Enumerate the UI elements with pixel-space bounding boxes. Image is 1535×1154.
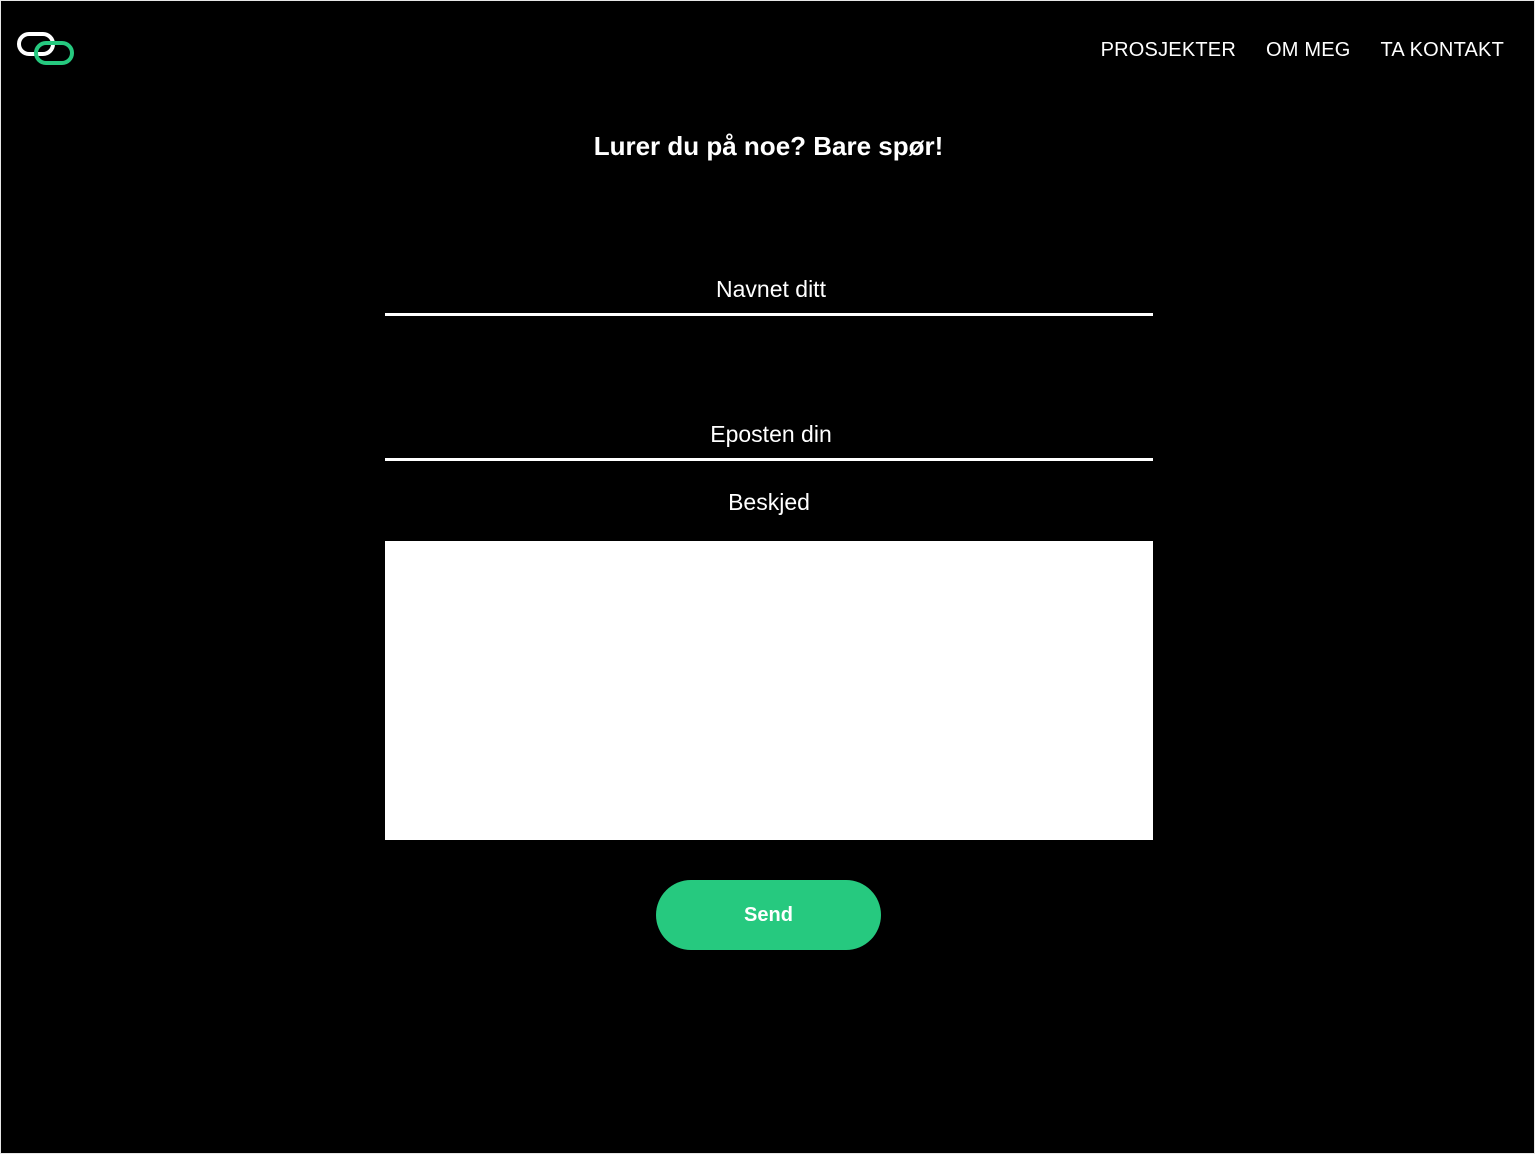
name-input[interactable] — [385, 271, 1157, 307]
send-button[interactable]: Send — [656, 880, 881, 950]
message-label: Beskjed — [728, 489, 810, 515]
nav-link-contact[interactable]: TA KONTAKT — [1381, 39, 1505, 62]
name-field-underline — [385, 313, 1153, 316]
page-frame: PROSJEKTER OM MEG TA KONTAKT Lurer du på… — [0, 0, 1535, 1154]
main-nav: PROSJEKTER OM MEG TA KONTAKT — [1101, 39, 1504, 62]
email-input[interactable] — [385, 416, 1157, 452]
linked-rings-logo-icon[interactable] — [16, 31, 76, 67]
email-field-underline — [385, 458, 1153, 461]
nav-link-projects[interactable]: PROSJEKTER — [1101, 39, 1236, 62]
nav-link-about-me[interactable]: OM MEG — [1266, 39, 1351, 62]
message-textarea[interactable] — [385, 541, 1153, 840]
page-title: Lurer du på noe? Bare spør! — [593, 131, 944, 161]
